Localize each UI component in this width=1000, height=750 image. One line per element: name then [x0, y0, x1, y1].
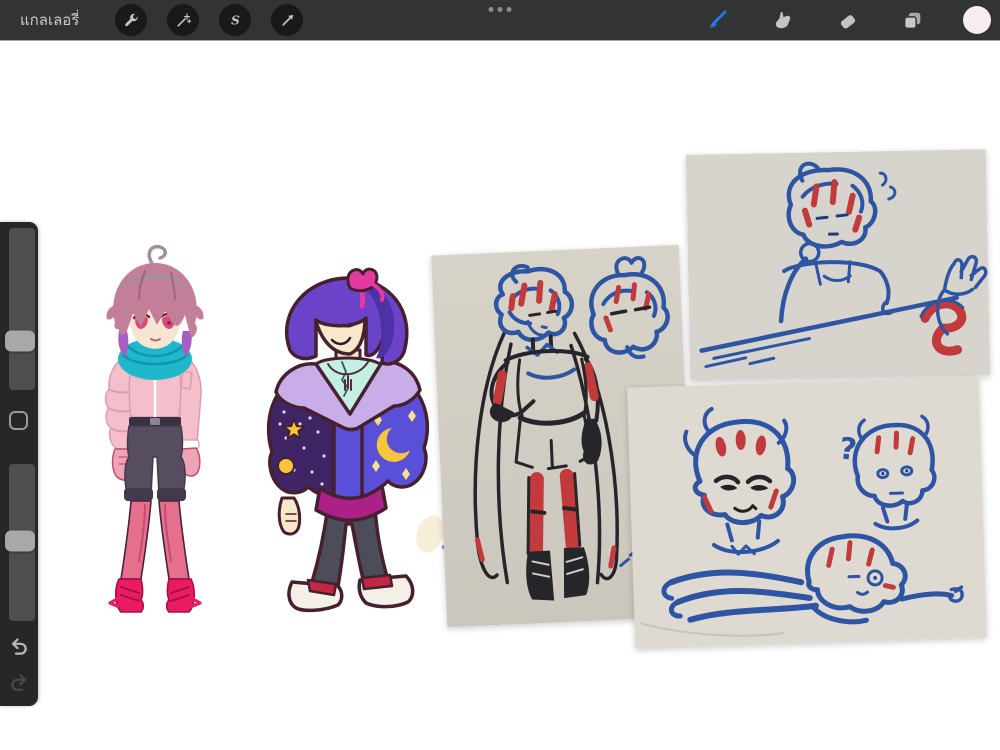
- canvas-options-handle[interactable]: [488, 7, 512, 12]
- photo-leaning-sketch: [685, 149, 991, 381]
- transform-button[interactable]: [271, 4, 304, 36]
- s-ribbon-icon: S: [231, 13, 240, 27]
- paint-tools-group: [699, 0, 1000, 40]
- color-swatch-circle: [963, 6, 991, 34]
- brush-tool-button[interactable]: [699, 2, 735, 38]
- eraser-tool-button[interactable]: [829, 2, 865, 38]
- drawing-canvas[interactable]: ?: [0, 0, 1000, 750]
- toolbar: แกลเลอรี่ S: [0, 0, 1000, 40]
- wrench-icon: [125, 13, 138, 26]
- svg-text:S: S: [231, 13, 240, 27]
- procreate-canvas-screen: ? แกลเลอรี่ S: [0, 0, 1000, 750]
- artwork-character-pink-scarf: [104, 244, 204, 613]
- photo-expression-sketches: ?: [626, 376, 988, 649]
- smudge-finger-icon: [775, 11, 790, 28]
- redo-button[interactable]: [7, 670, 31, 694]
- actions-button[interactable]: [115, 4, 148, 36]
- arrow-cursor-icon: [282, 14, 293, 26]
- brush-sidebar: [0, 222, 38, 706]
- smudge-tool-button[interactable]: [764, 2, 800, 38]
- brush-size-handle[interactable]: [5, 330, 35, 352]
- adjustments-button[interactable]: [167, 4, 200, 36]
- magic-wand-icon: [177, 13, 192, 27]
- layers-button[interactable]: [894, 2, 930, 38]
- gallery-button[interactable]: แกลเลอรี่: [20, 8, 79, 32]
- artwork-character-star-jacket: [266, 267, 430, 613]
- selection-button[interactable]: S: [219, 4, 252, 36]
- brush-opacity-handle[interactable]: [5, 530, 35, 552]
- color-button[interactable]: [959, 2, 995, 38]
- undo-button[interactable]: [7, 634, 31, 658]
- layers-icon: [903, 12, 920, 29]
- modify-button[interactable]: [9, 411, 28, 430]
- brush-icon: [710, 10, 727, 28]
- brush-size-slider[interactable]: [5, 228, 35, 390]
- brush-opacity-slider[interactable]: [5, 464, 35, 621]
- eraser-icon: [840, 14, 855, 29]
